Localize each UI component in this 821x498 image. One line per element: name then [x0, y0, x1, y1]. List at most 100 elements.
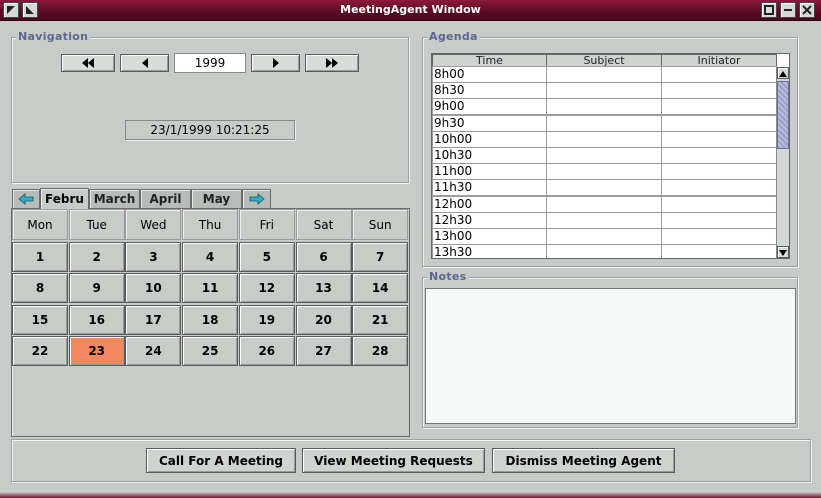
- scroll-down-button[interactable]: [777, 246, 789, 258]
- agenda-row[interactable]: 13h30: [432, 244, 777, 258]
- agenda-cell-initiator[interactable]: [661, 211, 777, 229]
- calendar-day[interactable]: 1: [12, 241, 68, 272]
- tab-march[interactable]: March: [89, 189, 140, 208]
- calendar-day[interactable]: 4: [182, 241, 239, 272]
- agenda-cell-time[interactable]: 10h00: [432, 130, 547, 148]
- calendar-day[interactable]: 13: [295, 273, 352, 303]
- agenda-cell-initiator[interactable]: [661, 147, 777, 164]
- calendar-day[interactable]: 2: [68, 241, 125, 272]
- calendar-day[interactable]: 26: [238, 336, 295, 366]
- scroll-up-button[interactable]: [777, 67, 789, 79]
- calendar-day[interactable]: 16: [68, 304, 125, 335]
- calendar-day[interactable]: 5: [238, 241, 295, 272]
- minimize-icon[interactable]: [761, 2, 777, 18]
- year-field[interactable]: 1999: [174, 53, 246, 73]
- tab-scroll-right[interactable]: [242, 189, 271, 208]
- agenda-cell-initiator[interactable]: [661, 114, 777, 132]
- agenda-cell-subject[interactable]: [546, 130, 662, 148]
- agenda-cell-initiator[interactable]: [661, 228, 777, 245]
- calendar-day[interactable]: 25: [182, 336, 239, 366]
- window-titlebar[interactable]: MeetingAgent Window: [0, 0, 821, 21]
- agenda-row[interactable]: 12h30: [432, 211, 777, 229]
- agenda-cell-initiator[interactable]: [661, 244, 777, 258]
- agenda-row[interactable]: 8h00: [432, 66, 777, 83]
- agenda-cell-subject[interactable]: [546, 163, 662, 181]
- calendar-day[interactable]: 12: [238, 273, 295, 303]
- call-for-meeting-button[interactable]: Call For A Meeting: [146, 448, 296, 473]
- calendar-day[interactable]: 17: [125, 304, 182, 335]
- agenda-cell-time[interactable]: 12h00: [432, 195, 547, 213]
- forward-button[interactable]: [251, 54, 300, 72]
- agenda-cell-initiator[interactable]: [661, 163, 777, 181]
- close-icon[interactable]: [799, 2, 815, 18]
- calendar-day[interactable]: 24: [125, 336, 182, 366]
- agenda-row[interactable]: 12h00: [432, 195, 777, 213]
- agenda-cell-time[interactable]: 8h00: [432, 66, 547, 83]
- agenda-cell-initiator[interactable]: [661, 195, 777, 213]
- agenda-cell-time[interactable]: 11h00: [432, 163, 547, 181]
- agenda-cell-subject[interactable]: [546, 244, 662, 258]
- dismiss-meeting-agent-button[interactable]: Dismiss Meeting Agent: [492, 448, 675, 473]
- agenda-cell-initiator[interactable]: [661, 179, 777, 197]
- agenda-cell-time[interactable]: 9h00: [432, 98, 547, 116]
- calendar-day[interactable]: 6: [295, 241, 352, 272]
- agenda-row[interactable]: 9h30: [432, 114, 777, 132]
- agenda-cell-subject[interactable]: [546, 228, 662, 245]
- agenda-cell-subject[interactable]: [546, 114, 662, 132]
- agenda-cell-initiator[interactable]: [661, 130, 777, 148]
- agenda-row[interactable]: 11h30: [432, 179, 777, 197]
- calendar-day[interactable]: 22: [12, 336, 68, 366]
- notes-textarea[interactable]: [425, 288, 796, 424]
- agenda-cell-subject[interactable]: [546, 195, 662, 213]
- agenda-row[interactable]: 9h00: [432, 98, 777, 116]
- agenda-cell-subject[interactable]: [546, 211, 662, 229]
- calendar-day[interactable]: 18: [182, 304, 239, 335]
- tab-scroll-left[interactable]: [12, 189, 40, 208]
- calendar-day-today[interactable]: 23: [68, 336, 125, 366]
- view-meeting-requests-button[interactable]: View Meeting Requests: [302, 448, 485, 473]
- calendar-day[interactable]: 8: [12, 273, 68, 303]
- calendar-day[interactable]: 20: [295, 304, 352, 335]
- calendar-day[interactable]: 7: [352, 241, 409, 272]
- maximize-icon[interactable]: [780, 2, 796, 18]
- back-button[interactable]: [120, 54, 169, 72]
- agenda-row[interactable]: 10h00: [432, 130, 777, 148]
- calendar-day[interactable]: 15: [12, 304, 68, 335]
- weekday-header: Tue: [68, 209, 125, 240]
- calendar-day[interactable]: 10: [125, 273, 182, 303]
- agenda-cell-subject[interactable]: [546, 98, 662, 116]
- calendar-day[interactable]: 27: [295, 336, 352, 366]
- agenda-cell-time[interactable]: 11h30: [432, 179, 547, 197]
- agenda-cell-time[interactable]: 9h30: [432, 114, 547, 132]
- agenda-row[interactable]: 11h00: [432, 163, 777, 181]
- agenda-cell-subject[interactable]: [546, 179, 662, 197]
- agenda-cell-time[interactable]: 10h30: [432, 147, 547, 164]
- agenda-cell-time[interactable]: 13h00: [432, 228, 547, 245]
- tab-april[interactable]: April: [140, 189, 191, 208]
- calendar-day[interactable]: 21: [352, 304, 409, 335]
- fast-forward-button[interactable]: [305, 54, 359, 72]
- agenda-cell-subject[interactable]: [546, 66, 662, 83]
- agenda-cell-initiator[interactable]: [661, 82, 777, 100]
- agenda-cell-subject[interactable]: [546, 82, 662, 100]
- agenda-cell-subject[interactable]: [546, 147, 662, 164]
- agenda-cell-initiator[interactable]: [661, 98, 777, 116]
- agenda-cell-time[interactable]: 12h30: [432, 211, 547, 229]
- agenda-row[interactable]: 13h00: [432, 228, 777, 245]
- calendar-day[interactable]: 9: [68, 273, 125, 303]
- agenda-cell-time[interactable]: 13h30: [432, 244, 547, 258]
- agenda-row[interactable]: 10h30: [432, 147, 777, 164]
- agenda-cell-time[interactable]: 8h30: [432, 82, 547, 100]
- calendar-day[interactable]: 11: [182, 273, 239, 303]
- tab-may[interactable]: May: [191, 189, 242, 208]
- calendar-day[interactable]: 14: [352, 273, 409, 303]
- scroll-thumb[interactable]: [777, 81, 789, 149]
- calendar-day[interactable]: 19: [238, 304, 295, 335]
- fast-back-button[interactable]: [61, 54, 115, 72]
- calendar-day[interactable]: 28: [352, 336, 409, 366]
- tab-february[interactable]: Febru: [40, 188, 89, 209]
- agenda-cell-initiator[interactable]: [661, 66, 777, 83]
- agenda-row[interactable]: 8h30: [432, 82, 777, 100]
- agenda-scrollbar[interactable]: [776, 67, 789, 258]
- calendar-day[interactable]: 3: [125, 241, 182, 272]
